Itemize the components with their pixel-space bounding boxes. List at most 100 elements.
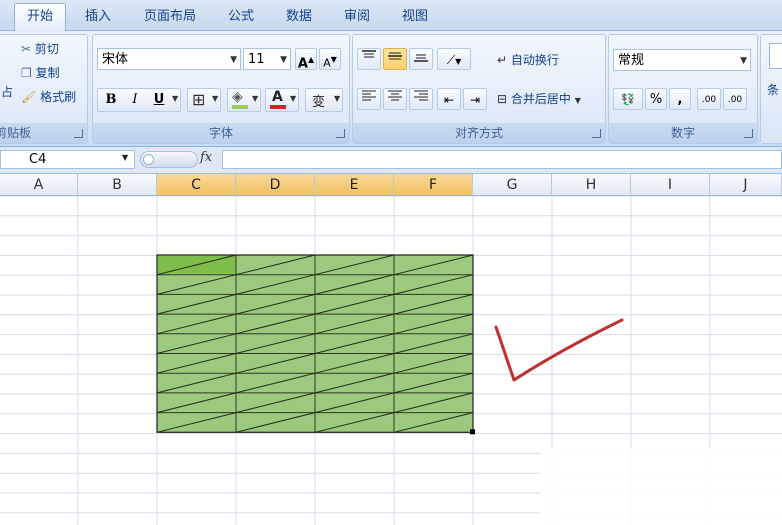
tab-page-layout[interactable]: 页面布局 xyxy=(134,4,206,29)
tab-formulas[interactable]: 公式 xyxy=(218,4,264,29)
formula-splitter-handle[interactable] xyxy=(140,151,198,168)
align-right-button[interactable] xyxy=(409,88,433,110)
cut-button[interactable]: ✂ 剪切 xyxy=(21,39,59,59)
chevron-down-icon: ▼ xyxy=(334,94,341,103)
number-dialog-launcher-icon[interactable]: . xyxy=(744,129,753,138)
merge-center-label: 合并后居中 xyxy=(510,92,571,106)
chevron-down-icon: ▼ xyxy=(290,94,297,103)
clipboard-group: 占 ✂ 剪切 ❐ 复制 🖌 格式刷 剪贴板 . xyxy=(0,34,88,144)
increase-indent-button[interactable]: ⇥ xyxy=(463,88,487,110)
tab-view[interactable]: 视图 xyxy=(392,4,438,29)
number-group-title: 数字 xyxy=(609,123,757,143)
column-header-h[interactable]: H xyxy=(552,174,631,196)
increase-decimal-button[interactable]: .00 xyxy=(697,88,721,110)
name-box[interactable]: C4 xyxy=(0,150,135,169)
chevron-down-icon[interactable]: ▼ xyxy=(172,94,178,103)
chevron-down-icon[interactable]: ▼ xyxy=(122,153,128,162)
clipboard-dialog-launcher-icon[interactable]: . xyxy=(74,129,83,138)
formula-input[interactable] xyxy=(222,150,782,169)
percent-button[interactable]: % xyxy=(645,88,667,110)
column-header-j[interactable]: J xyxy=(710,174,782,196)
font-color-swatch xyxy=(270,105,286,109)
column-header-f[interactable]: F xyxy=(394,174,473,196)
tab-review[interactable]: 审阅 xyxy=(334,4,380,29)
font-dialog-launcher-icon[interactable]: . xyxy=(336,129,345,138)
column-header-e[interactable]: E xyxy=(315,174,394,196)
font-name-select[interactable]: 宋体 ▼ xyxy=(97,48,241,70)
formula-bar: C4 ▼ fx xyxy=(0,147,782,174)
font-size-select[interactable]: 11 ▼ xyxy=(243,48,291,70)
copy-label: 复制 xyxy=(35,66,60,80)
underline-button[interactable]: U xyxy=(148,89,170,111)
ribbon-tab-bar: 开始 插入 页面布局 公式 数据 审阅 视图 xyxy=(0,0,782,31)
paint-bucket-icon: ◈ xyxy=(232,89,243,105)
accounting-format-button[interactable]: 💱 xyxy=(613,88,643,110)
column-header-b[interactable]: B xyxy=(78,174,157,196)
fill-color-swatch xyxy=(232,105,248,109)
fill-color-button[interactable]: ◈ ▼ xyxy=(227,88,261,112)
wrap-text-icon: ↵ xyxy=(497,53,508,67)
merge-center-button[interactable]: ⊟ 合并后居中 ▼ xyxy=(497,89,581,109)
decrease-indent-button[interactable]: ⇤ xyxy=(437,88,461,110)
format-painter-label: 格式刷 xyxy=(40,90,77,104)
align-middle-button[interactable] xyxy=(383,48,407,70)
bold-button[interactable]: B xyxy=(100,89,122,111)
italic-button[interactable]: I xyxy=(124,89,146,111)
fill-handle[interactable] xyxy=(470,429,475,435)
column-header-a[interactable]: A xyxy=(0,174,78,196)
paste-button-label[interactable]: 占 xyxy=(1,83,13,100)
copy-icon: ❐ xyxy=(21,66,32,80)
increase-indent-icon: ⇥ xyxy=(469,93,481,107)
column-header-d[interactable]: D xyxy=(236,174,315,196)
column-header-c[interactable]: C xyxy=(157,174,236,196)
wrap-text-button[interactable]: ↵ 自动换行 xyxy=(497,50,559,70)
tab-data[interactable]: 数据 xyxy=(276,4,322,29)
column-header-i[interactable]: I xyxy=(631,174,710,196)
splitter-knob-icon xyxy=(143,154,154,165)
shrink-font-button[interactable]: A▼ xyxy=(319,48,341,70)
format-painter-button[interactable]: 🖌 格式刷 xyxy=(21,87,76,107)
font-group: 宋体 ▼ 11 ▼ A▲ A▼ B I U ▼ ⊞ ▼ ◈ ▼ A ▼ 变 ▼ … xyxy=(92,34,350,144)
alignment-group-title: 对齐方式 xyxy=(353,123,605,143)
decrease-indent-icon: ⇤ xyxy=(443,93,455,107)
grow-font-button[interactable]: A▲ xyxy=(295,48,317,71)
conditional-format-icon[interactable] xyxy=(769,43,782,69)
chevron-down-icon: ▼ xyxy=(252,94,259,103)
comma-style-button[interactable]: , xyxy=(669,88,691,110)
align-center-button[interactable] xyxy=(383,88,407,110)
chevron-down-icon: ▼ xyxy=(574,96,581,105)
tab-home[interactable]: 开始 xyxy=(14,3,66,31)
blurred-watermark xyxy=(540,448,782,525)
alignment-dialog-launcher-icon[interactable]: . xyxy=(592,129,601,138)
alignment-group: ⟋▼ ⇤ ⇥ ↵ 自动换行 ⊟ 合并后居中 ▼ 对齐方式 . xyxy=(352,34,606,144)
copy-button[interactable]: ❐ 复制 xyxy=(21,63,60,83)
red-checkmark-annotation xyxy=(494,318,624,382)
align-top-button[interactable] xyxy=(357,48,381,70)
ribbon: 占 ✂ 剪切 ❐ 复制 🖌 格式刷 剪贴板 . 宋体▼ 11▼ A▲ A▼ xyxy=(0,31,782,147)
number-group: 常规▼ 💱 % , .00 .00 数字 . xyxy=(608,34,758,144)
text-style-buttons: B I U ▼ xyxy=(97,88,181,112)
font-color-letter: A xyxy=(272,89,283,105)
decrease-decimal-button[interactable]: .00 xyxy=(723,88,747,110)
font-color-button[interactable]: A ▼ xyxy=(265,88,299,112)
number-format-select[interactable]: 常规 ▼ xyxy=(613,49,751,71)
worksheet-grid[interactable] xyxy=(0,196,782,525)
align-left-button[interactable] xyxy=(357,88,381,110)
tab-insert[interactable]: 插入 xyxy=(74,4,122,29)
align-bottom-icon xyxy=(414,54,428,62)
orientation-button[interactable]: ⟋▼ xyxy=(437,48,471,70)
align-middle-icon xyxy=(388,52,402,60)
align-top-icon xyxy=(362,50,376,58)
phonetic-label: 变 xyxy=(312,95,326,110)
styles-group: 条 xyxy=(760,34,782,144)
conditional-format-label[interactable]: 条 xyxy=(767,81,779,98)
borders-button[interactable]: ⊞ ▼ xyxy=(187,88,221,112)
phonetic-button[interactable]: 变 ▼ xyxy=(305,88,343,112)
insert-function-button[interactable]: fx xyxy=(200,150,212,165)
column-header-g[interactable]: G xyxy=(473,174,552,196)
wrap-text-label: 自动换行 xyxy=(510,53,559,67)
align-center-icon xyxy=(388,90,402,101)
align-bottom-button[interactable] xyxy=(409,48,433,70)
filled-cell-range[interactable] xyxy=(156,254,475,435)
currency-icon: 💱 xyxy=(621,93,635,106)
